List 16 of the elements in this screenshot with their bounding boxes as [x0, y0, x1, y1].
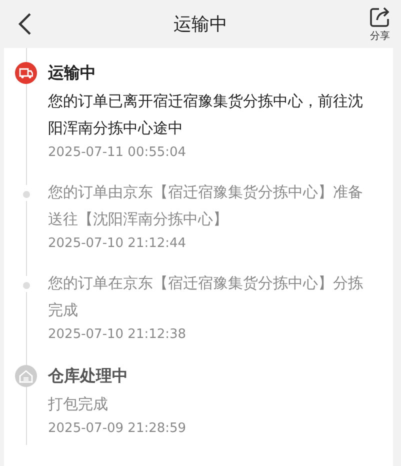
timeline-dot	[22, 191, 30, 198]
event-description: 您的订单由京东【宿迁宿豫集货分拣中心】准备送往【沈阳浑南分拣中心】	[48, 182, 364, 230]
status-title: 仓库处理中	[48, 365, 129, 387]
event-description: 您的订单已离开宿迁宿豫集货分拣中心，前往沈阳浑南分拣中心途中	[48, 91, 364, 139]
status-title: 运输中	[48, 62, 97, 84]
timeline-dot	[22, 282, 30, 289]
event-time: 2025-07-10 21:12:44	[48, 235, 188, 253]
back-icon	[18, 12, 32, 36]
page-title: 运输中	[174, 13, 228, 36]
event-time: 2025-07-10 21:12:38	[48, 326, 188, 344]
share-button[interactable]: 分享	[365, 2, 395, 46]
event-time: 2025-07-11 00:55:04	[48, 144, 188, 162]
event-time: 2025-07-09 21:28:59	[48, 420, 188, 438]
event-description: 打包完成	[48, 394, 109, 415]
event-description: 您的订单在京东【宿迁宿豫集货分拣中心】分拣完成	[48, 273, 364, 321]
share-icon	[369, 6, 391, 28]
